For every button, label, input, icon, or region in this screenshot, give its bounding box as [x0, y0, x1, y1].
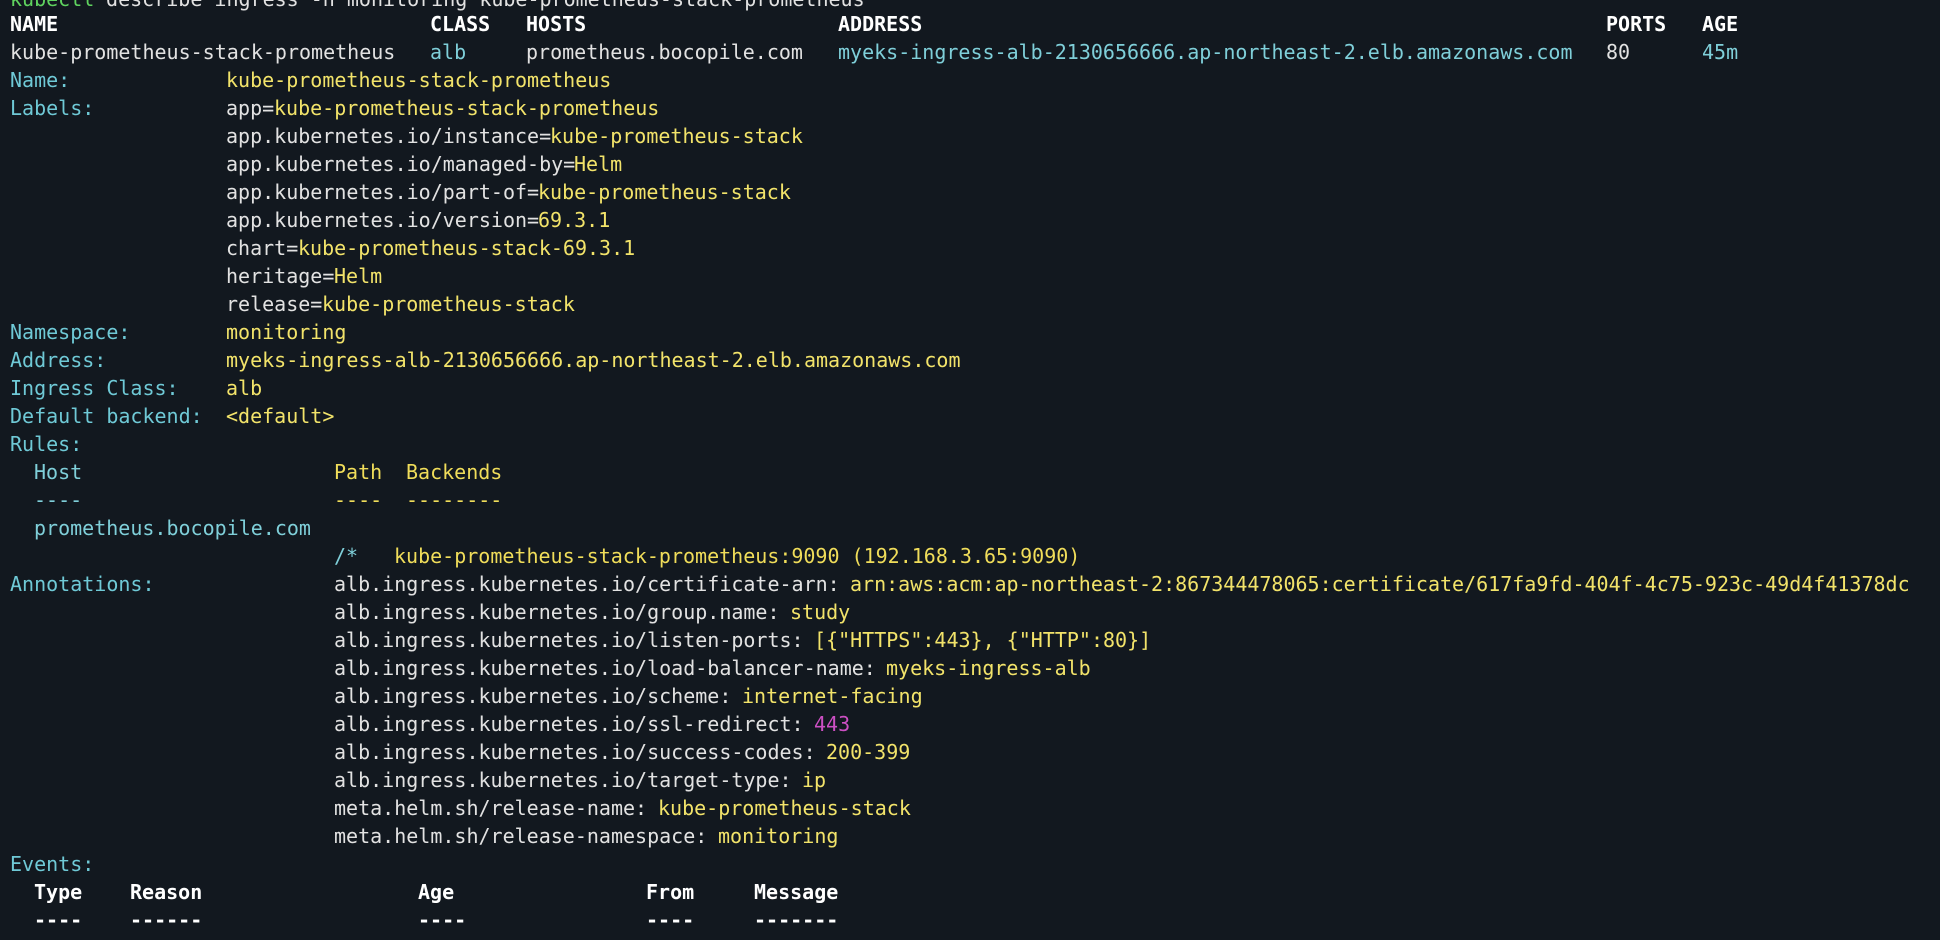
address-label: Address: — [10, 348, 107, 372]
label-key: chart= — [226, 236, 299, 260]
label-key: app.kubernetes.io/managed-by= — [226, 152, 576, 176]
rules-path-sep: ---- — [334, 488, 383, 512]
events-type-header: Type — [34, 880, 83, 904]
rules-host: prometheus.bocopile.com — [34, 516, 311, 540]
annotation-value: ip — [802, 768, 827, 792]
ingress-class-row: Ingress Class: alb — [10, 374, 262, 402]
label-key: app= — [226, 96, 275, 120]
annotation-value: 443 — [814, 712, 851, 736]
rules-backends-header: Backends — [406, 460, 503, 484]
label-value: kube-prometheus-stack — [322, 292, 575, 316]
ingress-class-label: Ingress Class: — [10, 376, 179, 400]
annotation-value: [{"HTTPS":443}, {"HTTP":80}] — [814, 628, 1152, 652]
events-header-row: Type Reason Age From Message — [10, 878, 838, 906]
events-from-sep: ---- — [646, 908, 695, 932]
events-row: Events: — [10, 850, 94, 878]
annotation-key: meta.helm.sh/release-namespace: — [334, 824, 720, 848]
annotation-key: alb.ingress.kubernetes.io/target-type: — [334, 768, 804, 792]
rules-separator-row: ---- ---- -------- — [10, 486, 502, 514]
rules-host-header: Host — [34, 460, 83, 484]
table-row: kube-prometheus-stack-prometheus alb pro… — [10, 38, 1738, 66]
namespace-value: monitoring — [226, 320, 347, 344]
annotation-value: study — [790, 600, 851, 624]
events-age-header: Age — [418, 880, 455, 904]
labels-label: Labels: — [10, 96, 95, 120]
label-value: kube-prometheus-stack-69.3.1 — [298, 236, 636, 260]
name-label: Name: — [10, 68, 71, 92]
col-age-header: AGE — [1702, 12, 1739, 36]
events-message-sep: ------- — [754, 908, 839, 932]
annotation-key: alb.ingress.kubernetes.io/load-balancer-… — [334, 656, 888, 680]
col-class-header: CLASS — [430, 12, 491, 36]
default-backend-label: Default backend: — [10, 404, 203, 428]
rules-path: /* — [334, 544, 359, 568]
col-hosts-header: HOSTS — [526, 12, 587, 36]
annotation-key: alb.ingress.kubernetes.io/success-codes: — [334, 740, 828, 764]
rules-host-row: prometheus.bocopile.com — [10, 514, 311, 542]
label-value: kube-prometheus-stack — [550, 124, 803, 148]
table-header-row: NAME CLASS HOSTS ADDRESS PORTS AGE — [10, 10, 1738, 38]
col-name-header: NAME — [10, 12, 59, 36]
label-key: release= — [226, 292, 323, 316]
address-row: Address: myeks-ingress-alb-2130656666.ap… — [10, 346, 961, 374]
describe-name-row: Name: kube-prometheus-stack-prometheus — [10, 66, 611, 94]
rules-header-row: Host Path Backends — [10, 458, 502, 486]
ingress-address: myeks-ingress-alb-2130656666.ap-northeas… — [838, 40, 1573, 64]
annotations-label: Annotations: — [10, 572, 155, 596]
annotation-key: alb.ingress.kubernetes.io/group.name: — [334, 600, 792, 624]
namespace-label: Namespace: — [10, 320, 131, 344]
ingress-class-value: alb — [226, 376, 263, 400]
events-message-header: Message — [754, 880, 839, 904]
label-value: Helm — [334, 264, 383, 288]
col-address-header: ADDRESS — [838, 12, 923, 36]
annotation-value: arn:aws:acm:ap-northeast-2:867344478065:… — [850, 572, 1910, 596]
rules-row: Rules: — [10, 430, 82, 458]
annotation-key: alb.ingress.kubernetes.io/listen-ports: — [334, 628, 816, 652]
events-separator-row: ---- ------ ---- ---- ------- — [10, 906, 838, 934]
name-value: kube-prometheus-stack-prometheus — [226, 68, 612, 92]
annotation-key: alb.ingress.kubernetes.io/ssl-redirect: — [334, 712, 816, 736]
label-key: heritage= — [226, 264, 335, 288]
events-from-header: From — [646, 880, 695, 904]
events-label: Events: — [10, 852, 95, 876]
default-backend-row: Default backend: <default> — [10, 402, 334, 430]
annotation-key: alb.ingress.kubernetes.io/certificate-ar… — [334, 572, 852, 596]
rules-host-sep: ---- — [34, 488, 83, 512]
annotation-value: monitoring — [718, 824, 839, 848]
annotations-row: Annotations: — [10, 570, 155, 598]
ingress-age: 45m — [1702, 40, 1739, 64]
default-backend-value: <default> — [226, 404, 335, 428]
ingress-class: alb — [430, 40, 467, 64]
annotation-value: kube-prometheus-stack — [658, 796, 911, 820]
rules-backend: kube-prometheus-stack-prometheus:9090 (1… — [394, 544, 1081, 568]
rules-label: Rules: — [10, 432, 83, 456]
rules-path-row: /* kube-prometheus-stack-prometheus:9090… — [10, 542, 1080, 570]
terminal-window[interactable]: kubectl describe ingress -n monitoring k… — [0, 0, 1940, 940]
annotation-value: 200-399 — [826, 740, 911, 764]
label-value: kube-prometheus-stack — [538, 180, 791, 204]
labels-row: Labels: — [10, 94, 94, 122]
label-key: app.kubernetes.io/version= — [226, 208, 540, 232]
annotation-key: meta.helm.sh/release-name: — [334, 796, 660, 820]
annotation-key: alb.ingress.kubernetes.io/scheme: — [334, 684, 744, 708]
rules-path-header: Path — [334, 460, 383, 484]
label-value: Helm — [574, 152, 623, 176]
label-key: app.kubernetes.io/part-of= — [226, 180, 540, 204]
rules-backends-sep: -------- — [406, 488, 503, 512]
annotation-value: myeks-ingress-alb — [886, 656, 1091, 680]
address-value: myeks-ingress-alb-2130656666.ap-northeas… — [226, 348, 961, 372]
label-value: kube-prometheus-stack-prometheus — [274, 96, 660, 120]
label-key: app.kubernetes.io/instance= — [226, 124, 552, 148]
ingress-name: kube-prometheus-stack-prometheus — [10, 40, 396, 64]
ingress-hosts: prometheus.bocopile.com — [526, 40, 803, 64]
annotation-value: internet-facing — [742, 684, 923, 708]
col-ports-header: PORTS — [1606, 12, 1667, 36]
label-value: 69.3.1 — [538, 208, 611, 232]
events-reason-sep: ------ — [130, 908, 203, 932]
namespace-row: Namespace: monitoring — [10, 318, 346, 346]
events-reason-header: Reason — [130, 880, 203, 904]
events-age-sep: ---- — [418, 908, 467, 932]
ingress-ports: 80 — [1606, 40, 1631, 64]
events-type-sep: ---- — [34, 908, 83, 932]
